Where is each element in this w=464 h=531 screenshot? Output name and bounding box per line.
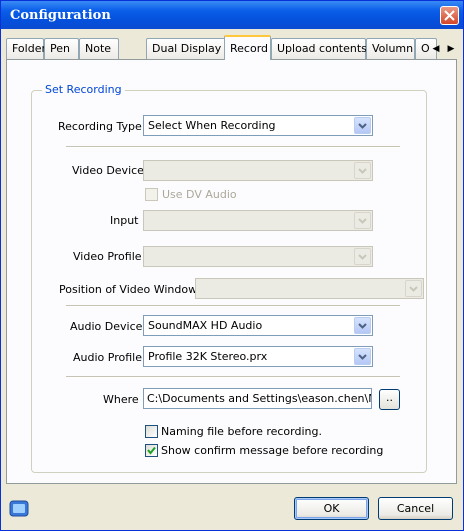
video-window-position-label: Position of Video Window xyxy=(59,283,198,296)
display-icon[interactable] xyxy=(9,499,29,519)
video-profile-label: Video Profile xyxy=(73,250,142,263)
audio-device-value: SoundMAX HD Audio xyxy=(148,319,263,332)
audio-device-select[interactable]: SoundMAX HD Audio xyxy=(143,315,373,336)
close-button[interactable] xyxy=(440,6,459,25)
audio-profile-select[interactable]: Profile 32K Stereo.prx xyxy=(143,346,373,367)
audio-profile-value: Profile 32K Stereo.prx xyxy=(148,350,268,363)
dropdown-button[interactable] xyxy=(405,280,422,297)
close-icon xyxy=(444,10,455,21)
tab-volumn[interactable]: Volumn xyxy=(366,38,415,59)
cancel-button[interactable]: Cancel xyxy=(378,497,453,520)
dropdown-button[interactable] xyxy=(354,212,371,229)
tab-scroll-arrows: ◀ ▶ xyxy=(429,42,459,56)
tab-note[interactable]: Note xyxy=(79,38,119,59)
where-label: Where xyxy=(103,393,139,406)
browse-button[interactable]: .. xyxy=(379,389,400,410)
show-confirm-checkbox[interactable] xyxy=(145,444,158,457)
recording-type-value: Select When Recording xyxy=(148,119,276,132)
monitor-icon xyxy=(9,500,29,517)
chevron-down-icon xyxy=(358,354,367,360)
dropdown-button[interactable] xyxy=(354,348,371,365)
group-label: Set Recording xyxy=(42,83,125,96)
tab-pen[interactable]: Pen xyxy=(44,38,79,59)
chevron-down-icon xyxy=(358,123,367,129)
separator xyxy=(66,146,400,148)
use-dv-audio-checkbox[interactable] xyxy=(145,188,158,201)
use-dv-audio-label: Use DV Audio xyxy=(162,188,237,201)
tab-folder[interactable]: Folder xyxy=(6,38,46,59)
window-title: Configuration xyxy=(10,8,111,23)
video-device-label: Video Device xyxy=(72,164,144,177)
chevron-down-icon xyxy=(409,286,418,292)
naming-file-checkbox[interactable] xyxy=(145,425,158,438)
tab-dual-display[interactable]: Dual Display xyxy=(146,38,226,59)
audio-device-label: Audio Device xyxy=(70,320,143,333)
audio-profile-label: Audio Profile xyxy=(73,351,142,364)
video-profile-select[interactable] xyxy=(143,246,373,267)
show-confirm-label: Show confirm message before recording xyxy=(161,444,384,457)
video-device-select[interactable] xyxy=(143,160,373,181)
tab-upload-contents[interactable]: Upload contents xyxy=(271,38,367,59)
tab-scroll-left-icon[interactable]: ◀ xyxy=(429,42,443,56)
checkmark-icon xyxy=(147,446,156,455)
video-window-position-select[interactable] xyxy=(195,278,424,299)
tab-strip: Folder Pen Note Dual Display Record Uplo… xyxy=(6,35,460,60)
dropdown-button[interactable] xyxy=(354,117,371,134)
title-bar[interactable]: Configuration xyxy=(1,1,463,29)
input-select[interactable] xyxy=(143,210,373,231)
input-label: Input xyxy=(110,214,139,227)
recording-type-label: Recording Type xyxy=(58,120,142,133)
chevron-down-icon xyxy=(358,254,367,260)
chevron-down-icon xyxy=(358,218,367,224)
tab-scroll-right-icon[interactable]: ▶ xyxy=(444,42,458,56)
dropdown-button[interactable] xyxy=(354,248,371,265)
separator xyxy=(66,376,400,378)
chevron-down-icon xyxy=(358,168,367,174)
dropdown-button[interactable] xyxy=(354,317,371,334)
tab-record[interactable]: Record xyxy=(224,35,271,60)
chevron-down-icon xyxy=(358,323,367,329)
naming-file-label: Naming file before recording. xyxy=(161,425,322,438)
separator xyxy=(66,305,400,307)
ok-button[interactable]: OK xyxy=(294,497,369,520)
dropdown-button[interactable] xyxy=(354,162,371,179)
where-path-input[interactable]: C:\Documents and Settings\eason.chen\My xyxy=(143,388,372,409)
recording-type-select[interactable]: Select When Recording xyxy=(143,115,373,136)
where-path-value: C:\Documents and Settings\eason.chen\My xyxy=(147,392,372,405)
